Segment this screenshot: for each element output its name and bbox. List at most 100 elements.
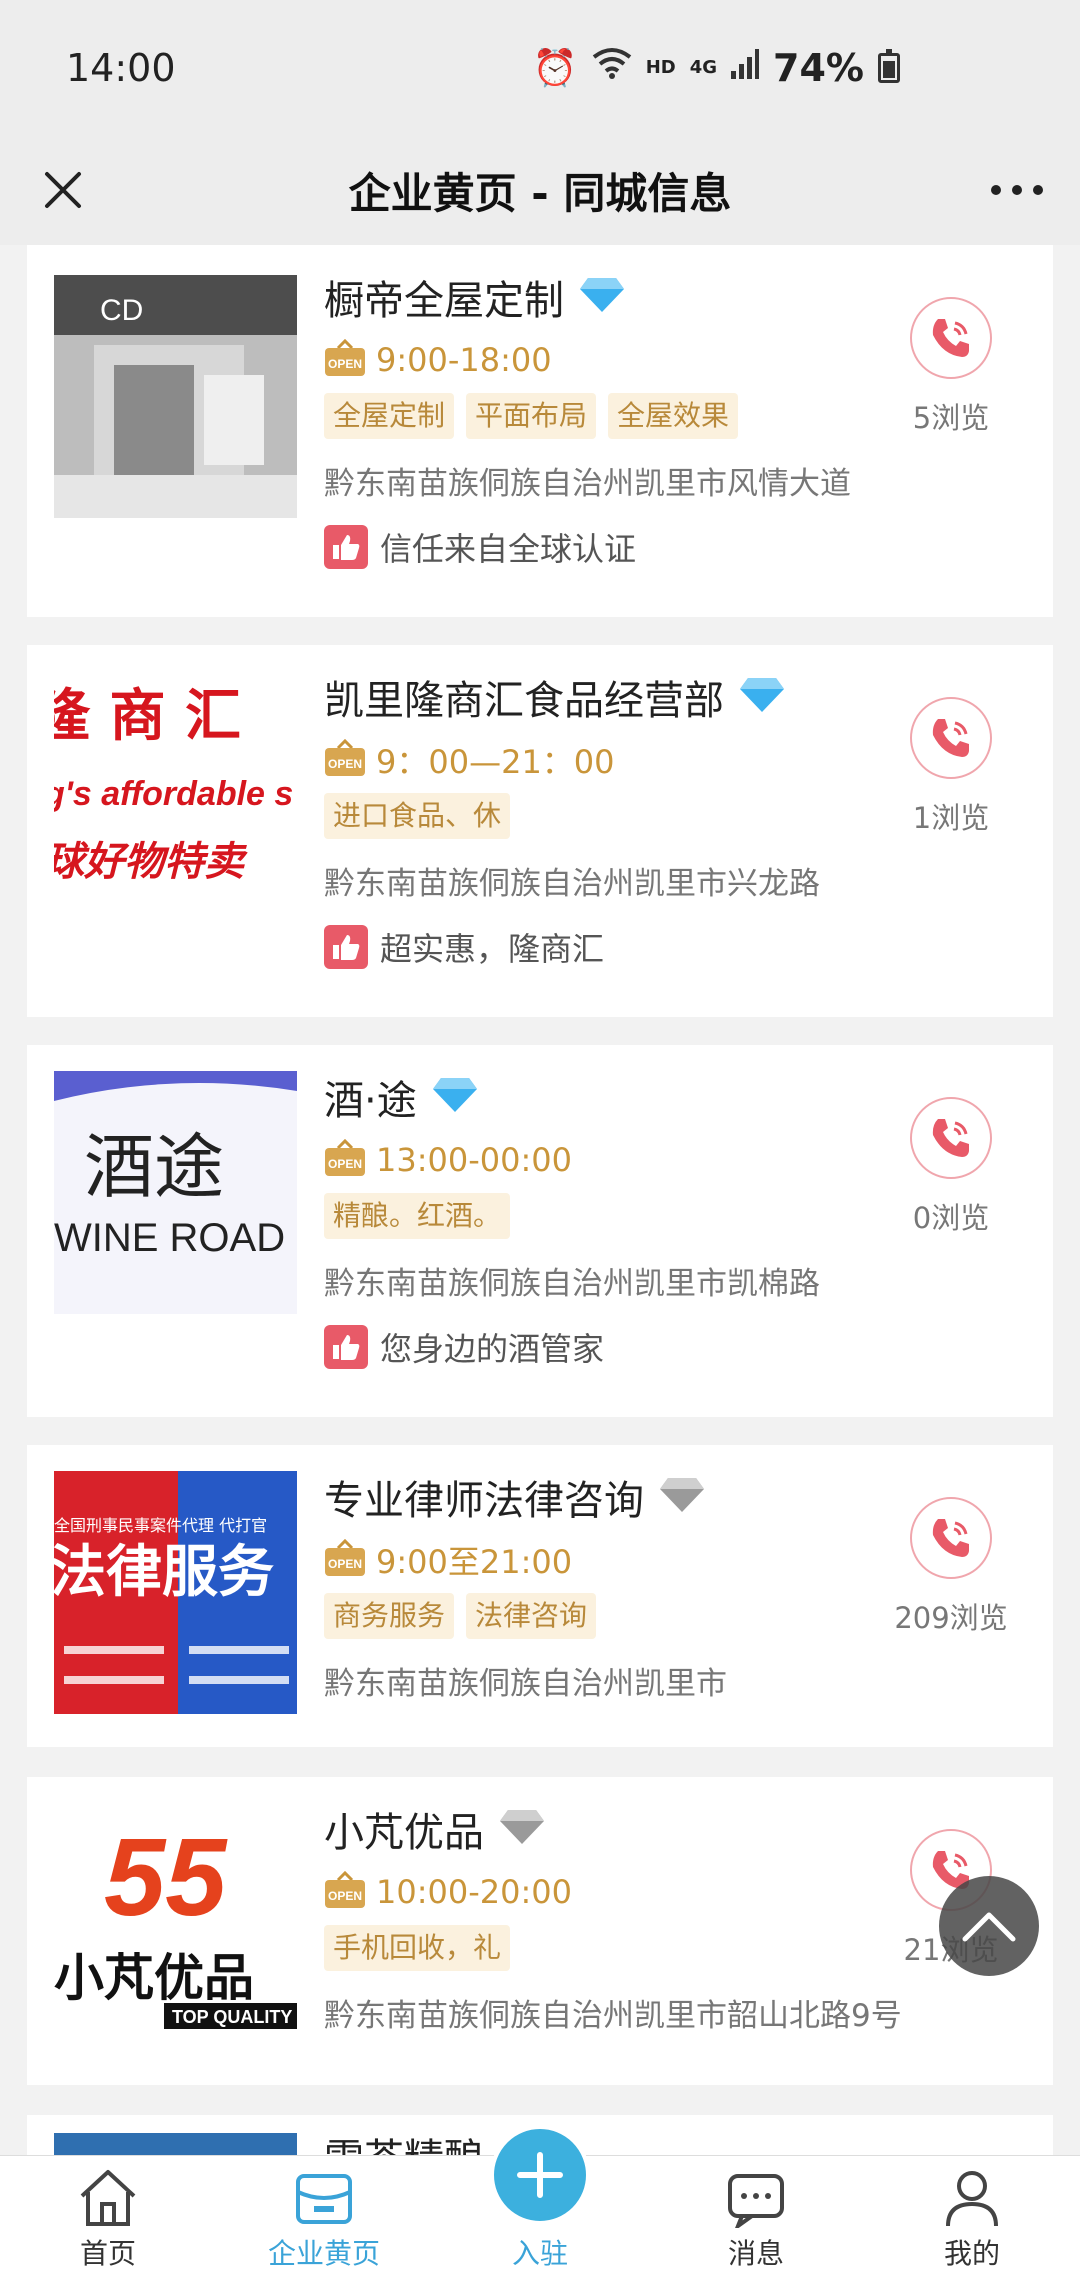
listing-name: 橱帝全屋定制 <box>324 278 564 324</box>
diamond-icon <box>431 1076 479 1118</box>
close-button[interactable] <box>30 157 96 223</box>
phone-icon <box>932 1119 969 1157</box>
signal-type: 4G <box>689 57 718 78</box>
status-icons: ⏰ HD 4G 74% <box>533 46 900 90</box>
listing-contact: 209浏览 <box>861 1497 1041 1637</box>
svg-text:全国刑事民事案件代理 代打官: 全国刑事民事案件代理 代打官 <box>54 1516 267 1535</box>
svg-text:OPEN: OPEN <box>328 757 362 771</box>
listing-tag: 平面布局 <box>466 393 597 439</box>
listing-card[interactable]: 酒途 WINE ROAD 酒·途 OPEN 13:00-00:00 精酿。红酒。… <box>27 1045 1053 1417</box>
svg-text:酒途: 酒途 <box>84 1126 224 1208</box>
status-time: 14:00 <box>66 45 176 90</box>
open-icon: OPEN <box>324 1538 366 1582</box>
listing-card[interactable]: 隆 商 汇 g's affordable s 球好物特卖 凯里隆商汇食品经营部 … <box>27 645 1053 1017</box>
listing-name: 凯里隆商汇食品经营部 <box>324 678 724 724</box>
listing-tags: 精酿。红酒。 <box>324 1193 884 1241</box>
tab-label: 我的 <box>943 2237 1000 2270</box>
listing-card[interactable]: 全国刑事民事案件代理 代打官 法律服务 专业律师法律咨询 OPEN 9:00至2… <box>27 1445 1053 1747</box>
status-bar: 14:00 ⏰ HD 4G 74% <box>0 0 1080 135</box>
listing-contact: 0浏览 <box>876 1097 1026 1237</box>
svg-text:OPEN: OPEN <box>328 1889 362 1903</box>
listing-tag: 精酿。红酒。 <box>324 1193 511 1239</box>
listing-name: 雪茶精酿 <box>324 2126 484 2155</box>
call-button[interactable] <box>910 297 992 379</box>
listing-address: 黔东南苗族侗族自治州凯里市凯棉路 <box>324 1266 820 1302</box>
chevron-up-icon <box>962 1912 1016 1942</box>
phone-icon <box>932 319 969 357</box>
tab-label: 企业黄页 <box>267 2237 380 2270</box>
page-title: 企业黄页 - 同城信息 <box>348 168 732 218</box>
phone-icon <box>932 1519 969 1557</box>
svg-text:OPEN: OPEN <box>328 1557 362 1571</box>
svg-text:球好物特卖: 球好物特卖 <box>54 838 248 885</box>
tab-mine[interactable]: 我的 <box>864 2156 1080 2280</box>
battery-icon <box>878 48 900 83</box>
thumbs-up-icon <box>324 1325 368 1369</box>
listing-image: 隆 商 汇 g's affordable s 球好物特卖 <box>54 675 297 918</box>
listing-name: 专业律师法律咨询 <box>324 1478 644 1524</box>
close-icon <box>45 172 81 208</box>
thumbs-up-icon <box>324 525 368 569</box>
scroll-to-top-button[interactable] <box>939 1876 1039 1976</box>
user-icon <box>946 2171 998 2227</box>
gray-diamond-icon <box>498 1808 546 1850</box>
svg-text:55: 55 <box>104 1816 228 1939</box>
listing-address: 黔东南苗族侗族自治州凯里市兴龙路 <box>324 866 820 902</box>
open-icon: OPEN <box>324 738 366 782</box>
join-plus-button[interactable] <box>490 2125 590 2225</box>
listing-image: 全国刑事民事案件代理 代打官 法律服务 <box>54 1471 297 1714</box>
listing-hours: 10:00-20:00 <box>376 1873 572 1911</box>
listing-list: CD 橱帝全屋定制 OPEN 9:00-18:00 全屋定制 平面布局 全屋效果 <box>0 245 1080 2155</box>
listing-tag: 全屋效果 <box>608 393 739 439</box>
listing-name: 酒·途 <box>324 1078 417 1124</box>
diamond-icon <box>578 276 626 318</box>
gray-diamond-icon <box>658 1476 706 1518</box>
listing-info: 专业律师法律咨询 OPEN 9:00至21:00 商务服务 法律咨询 黔东南苗族… <box>324 1465 884 1707</box>
listing-hours: 9:00-18:00 <box>376 341 552 379</box>
open-icon: OPEN <box>324 338 366 382</box>
tab-yellow-pages[interactable]: 企业黄页 <box>216 2156 432 2280</box>
listing-info: 雪茶精酿 <box>324 2123 884 2155</box>
call-button[interactable] <box>910 1097 992 1179</box>
tab-label: 首页 <box>79 2237 136 2270</box>
listing-name: 小芃优品 <box>324 1810 484 1856</box>
listing-hours: 9:00至21:00 <box>376 1543 573 1581</box>
tab-messages[interactable]: 消息 <box>648 2156 864 2280</box>
more-button[interactable] <box>984 157 1050 223</box>
tab-label: 消息 <box>727 2237 784 2270</box>
listing-views: 0浏览 <box>912 1201 990 1235</box>
call-button[interactable] <box>910 697 992 779</box>
more-icon <box>991 185 1043 195</box>
call-button[interactable] <box>910 1497 992 1579</box>
svg-text:WINE ROAD: WINE ROAD <box>54 1216 285 1260</box>
plus-icon <box>517 2152 563 2198</box>
home-icon <box>80 2170 136 2226</box>
listing-info: 凯里隆商汇食品经营部 OPEN 9：00—21：00 进口食品、休 黔东南苗族侗… <box>324 665 884 971</box>
wifi-icon <box>592 47 632 88</box>
listing-address: 黔东南苗族侗族自治州凯里市风情大道 <box>324 466 851 502</box>
thumbs-up-icon <box>324 925 368 969</box>
listing-image: CD <box>54 275 297 518</box>
svg-text:OPEN: OPEN <box>328 357 362 371</box>
listing-tags: 进口食品、休 <box>324 793 884 841</box>
listing-tag: 商务服务 <box>324 1593 455 1639</box>
listing-tag: 进口食品、休 <box>324 793 511 839</box>
listing-card[interactable]: CD 橱帝全屋定制 OPEN 9:00-18:00 全屋定制 平面布局 全屋效果 <box>27 245 1053 617</box>
tab-label: 入驻 <box>511 2237 568 2270</box>
signal-icon <box>731 47 760 88</box>
listing-image: 酒途 WINE ROAD <box>54 1071 297 1314</box>
svg-text:g's affordable s: g's affordable s <box>54 775 293 813</box>
tab-home[interactable]: 首页 <box>0 2156 216 2280</box>
listing-image <box>54 2133 297 2155</box>
battery-level: 74% <box>773 45 864 90</box>
svg-text:法律服务: 法律服务 <box>54 1540 274 1605</box>
open-icon: OPEN <box>324 1138 366 1182</box>
yellowpage-icon <box>296 2174 352 2224</box>
listing-tag: 法律咨询 <box>466 1593 597 1639</box>
listing-card[interactable]: 55 小芃优品 TOP QUALITY 小芃优品 OPEN 10:00-20:0… <box>27 1777 1053 2085</box>
listing-tags: 手机回收，礼 <box>324 1925 884 1973</box>
svg-text:隆 商 汇: 隆 商 汇 <box>54 683 241 749</box>
listing-views: 209浏览 <box>894 1601 1008 1635</box>
listing-hours: 9：00—21：00 <box>376 743 615 781</box>
svg-text:TOP QUALITY: TOP QUALITY <box>172 2007 292 2027</box>
